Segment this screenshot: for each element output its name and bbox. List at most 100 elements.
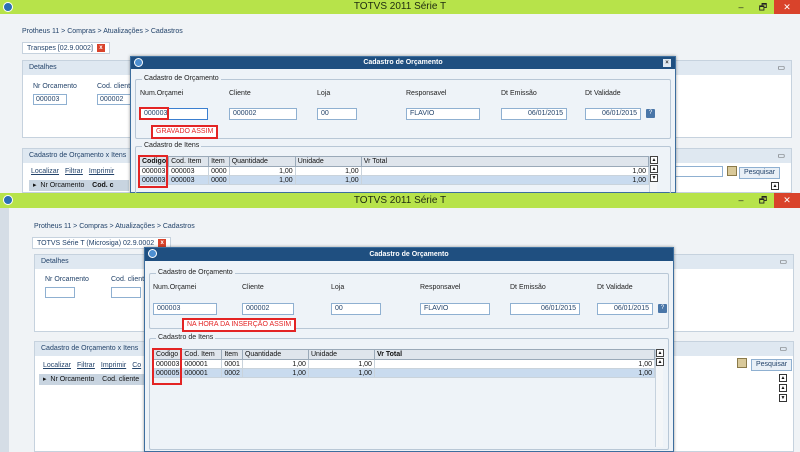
cell-vr-total[interactable]: 1,00 [373, 368, 656, 378]
col-vr-total[interactable]: Vr Total [360, 156, 650, 167]
scroll-down-icon[interactable]: ▼ [779, 394, 787, 402]
table-row[interactable]: 000003 000001 0001 1,00 1,00 1,00 [152, 359, 656, 369]
table-row[interactable]: 000003 000003 0000 1,00 1,00 1,00 [138, 175, 650, 185]
minimize-button[interactable]: – [730, 0, 752, 14]
dt-validade-label: Dt Validade [585, 90, 621, 97]
cell-unidade[interactable]: 1,00 [307, 359, 375, 369]
scroll-up-icon[interactable]: ▲ [771, 182, 779, 190]
cod-cliente-field[interactable]: 000002 [97, 94, 131, 105]
cliente-field[interactable]: 000002 [242, 303, 294, 315]
cell-cod-item[interactable]: 000001 [181, 368, 223, 378]
num-orcamento-label: Num.Orçamei [140, 90, 184, 97]
cell-item[interactable]: 0001 [221, 359, 243, 369]
dt-validade-field[interactable]: 06/01/2015 [597, 303, 653, 315]
scroll-top-icon[interactable]: ▲ [779, 374, 787, 382]
scroll-down-icon[interactable]: ▼ [650, 174, 658, 182]
cell-cod-item[interactable]: 000003 [168, 166, 210, 176]
cell-quantidade[interactable]: 1,00 [228, 166, 296, 176]
cell-item[interactable]: 0000 [208, 166, 230, 176]
row-pointer-icon: ▸ [43, 376, 47, 383]
cell-cod-item[interactable]: 000003 [168, 175, 210, 185]
link-imprimir[interactable]: Imprimir [89, 168, 114, 175]
cell-vr-total[interactable]: 1,00 [373, 359, 656, 369]
minimize-button[interactable]: – [730, 193, 752, 208]
scroll-top-icon[interactable]: ▲ [656, 349, 664, 357]
items-scrollbar[interactable]: ▲ ▲ [655, 349, 664, 447]
close-button[interactable]: ✕ [774, 0, 800, 14]
link-localizar[interactable]: Localizar [43, 362, 71, 369]
cell-unidade[interactable]: 1,00 [294, 166, 362, 176]
maximize-button[interactable]: 🗗 [752, 0, 774, 14]
top-screenshot: TOTVS 2011 Série T – 🗗 ✕ Protheus 11 > C… [0, 0, 800, 193]
help-icon[interactable]: ? [646, 109, 655, 118]
col-cod-item[interactable]: Cod. Item [181, 349, 223, 360]
col-quantidade[interactable]: Quantidade [241, 349, 309, 360]
table-row[interactable]: 000005 000001 0002 1,00 1,00 1,00 [152, 368, 656, 378]
orcamento-modal: Cadastro de Orçamento Cadastro de Orçame… [144, 247, 674, 452]
help-icon[interactable]: ? [658, 304, 667, 313]
cell-unidade[interactable]: 1,00 [307, 368, 375, 378]
tab-transpes[interactable]: Transpes [02.9.0002] x [22, 42, 110, 54]
col-unidade[interactable]: Unidade [307, 349, 375, 360]
browse-header: ▸ Nr Orcamento Cod. c [29, 180, 129, 191]
pesquisar-button[interactable]: Pesquisar [751, 359, 793, 371]
dt-validade-field[interactable]: 06/01/2015 [585, 108, 641, 120]
loja-field[interactable]: 00 [331, 303, 381, 315]
loja-field[interactable]: 00 [317, 108, 357, 120]
cell-vr-total[interactable]: 1,00 [360, 166, 650, 176]
responsavel-field[interactable]: FLAVIO [406, 108, 480, 120]
scroll-up-icon[interactable]: ▲ [650, 165, 658, 173]
window-controls: – 🗗 ✕ [730, 0, 800, 14]
nr-orcamento-field[interactable] [45, 287, 75, 298]
cell-item[interactable]: 0002 [221, 368, 243, 378]
calendar-icon[interactable] [727, 166, 737, 176]
annotation-box-codigo [138, 155, 168, 188]
responsavel-field[interactable]: FLAVIO [420, 303, 490, 315]
nr-orcamento-field[interactable]: 000003 [33, 94, 67, 105]
col-quantidade[interactable]: Quantidade [228, 156, 296, 167]
col-vr-total[interactable]: Vr Total [373, 349, 656, 360]
cell-quantidade[interactable]: 1,00 [228, 175, 296, 185]
link-co[interactable]: Co [132, 362, 141, 369]
dt-emissao-field[interactable]: 06/01/2015 [510, 303, 580, 315]
collapse-icon[interactable]: ▭ [779, 255, 787, 269]
cell-unidade[interactable]: 1,00 [294, 175, 362, 185]
collapse-icon[interactable]: ▭ [779, 342, 787, 356]
col-cod-item[interactable]: Cod. Item [168, 156, 210, 167]
link-filtrar[interactable]: Filtrar [77, 362, 95, 369]
close-button[interactable]: ✕ [774, 193, 800, 208]
col-item[interactable]: Item [208, 156, 230, 167]
scroll-top-icon[interactable]: ▲ [650, 156, 658, 164]
col-nr-orcamento[interactable]: Nr Orcamento [50, 376, 94, 383]
cell-quantidade[interactable]: 1,00 [241, 368, 309, 378]
tab-close-icon[interactable]: x [96, 44, 105, 52]
col-unidade[interactable]: Unidade [294, 156, 362, 167]
link-filtrar[interactable]: Filtrar [65, 168, 83, 175]
scroll-up-icon[interactable]: ▲ [656, 358, 664, 366]
modal-close-icon[interactable]: × [663, 59, 671, 67]
items-panel-links: Localizar Filtrar Imprimir Co [43, 362, 141, 369]
collapse-icon[interactable]: ▭ [777, 61, 785, 75]
cell-quantidade[interactable]: 1,00 [241, 359, 309, 369]
calendar-icon[interactable] [737, 358, 747, 368]
scroll-up-icon[interactable]: ▲ [779, 384, 787, 392]
col-item[interactable]: Item [221, 349, 243, 360]
link-localizar[interactable]: Localizar [31, 168, 59, 175]
table-row[interactable]: 000003 000003 0000 1,00 1,00 1,00 [138, 166, 650, 176]
dt-emissao-field[interactable]: 06/01/2015 [501, 108, 567, 120]
maximize-button[interactable]: 🗗 [752, 193, 774, 208]
tab-close-icon[interactable]: x [158, 239, 167, 247]
pesquisar-button[interactable]: Pesquisar [739, 167, 781, 179]
col-nr-orcamento[interactable]: Nr Orcamento [40, 182, 84, 189]
cell-vr-total[interactable]: 1,00 [360, 175, 650, 185]
cod-cliente-field[interactable] [111, 287, 141, 298]
cliente-field[interactable]: 000002 [229, 108, 297, 120]
col-cod-cliente[interactable]: Cod. c [92, 182, 113, 189]
col-cod-cliente[interactable]: Cod. cliente [102, 376, 139, 383]
collapse-icon[interactable]: ▭ [777, 149, 785, 163]
cell-item[interactable]: 0000 [208, 175, 230, 185]
items-scrollbar[interactable]: ▲ ▲ ▼ [649, 156, 658, 192]
link-imprimir[interactable]: Imprimir [101, 362, 126, 369]
cell-cod-item[interactable]: 000001 [181, 359, 223, 369]
num-orcamento-field[interactable]: 000003 [153, 303, 217, 315]
